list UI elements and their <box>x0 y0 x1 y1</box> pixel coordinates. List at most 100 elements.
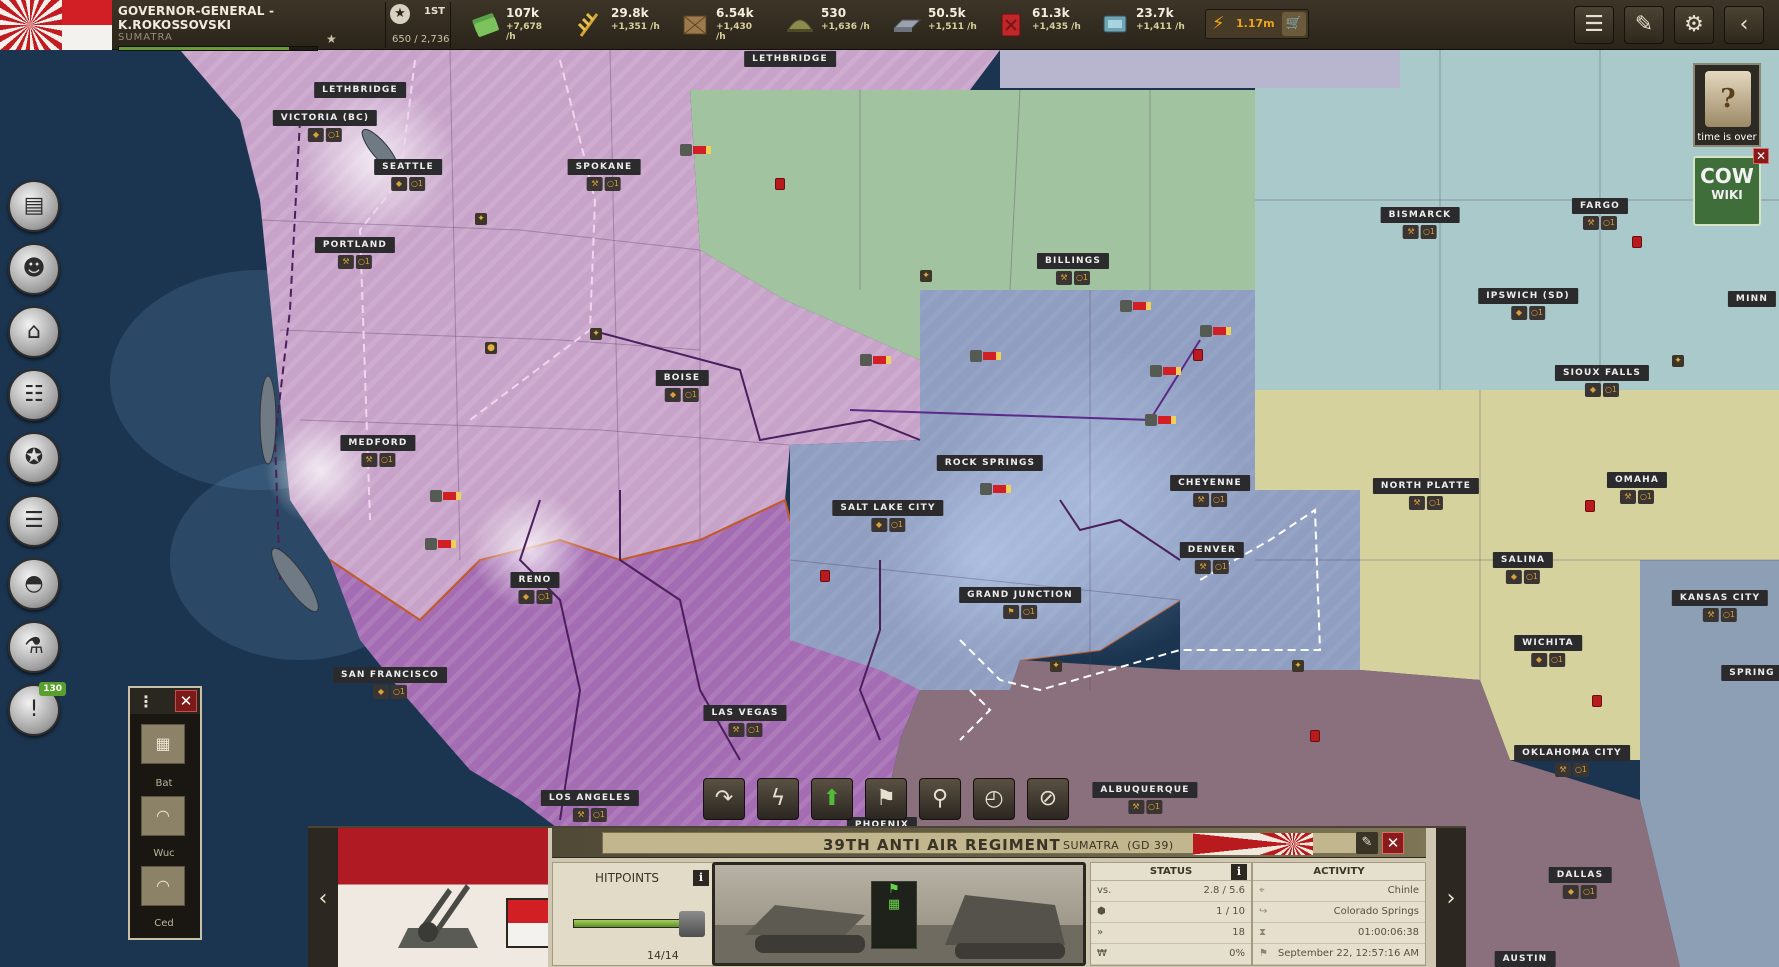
objective-marker[interactable] <box>1585 500 1595 512</box>
activity-location[interactable]: ⌖ Chinle <box>1253 881 1425 902</box>
unit-marker[interactable] <box>980 483 1011 495</box>
queue-item[interactable]: ◠ <box>141 796 185 836</box>
info-icon[interactable]: i <box>1231 864 1247 880</box>
city-north-platte[interactable]: NORTH PLATTE ⚒ ○1 <box>1372 473 1480 510</box>
provinces-button[interactable]: ☷ <box>8 369 60 421</box>
diplomacy-button[interactable]: ☻ <box>8 243 60 295</box>
delay-button[interactable]: ◴ <box>973 778 1015 820</box>
city-albuquerque[interactable]: ALBUQUERQUE ⚒ ○1 <box>1092 777 1198 814</box>
objective-marker[interactable] <box>1592 695 1602 707</box>
shop-cart-icon[interactable]: 🛒 <box>1282 12 1306 36</box>
rank-panel[interactable]: ★ 1ST 650 / 2,736 <box>385 2 451 48</box>
alerts-button[interactable]: ! 130 <box>8 682 66 736</box>
unit-stack-image[interactable]: ⚑ ▦ <box>712 862 1086 966</box>
city-los-angeles[interactable]: LOS ANGELES ⚒ ○1 <box>540 785 640 822</box>
time-over-badge[interactable]: ? time is over <box>1693 63 1761 147</box>
cow-wiki-button[interactable]: COW WIKI ✕ <box>1693 148 1769 226</box>
queue-item[interactable]: ◠ <box>141 866 185 906</box>
split-army-button[interactable]: ⚑ <box>865 778 907 820</box>
city-denver[interactable]: DENVER ⚒ ○1 <box>1179 537 1245 574</box>
cancel-button[interactable]: ⊘ <box>1027 778 1069 820</box>
settings-sliders-icon: ☰ <box>1584 12 1604 37</box>
city-wichita[interactable]: WICHITA ◆ ○1 <box>1514 630 1582 667</box>
close-unit-panel-button[interactable]: ✕ <box>1382 832 1404 854</box>
army-button[interactable]: ✪ <box>8 432 60 484</box>
city-spring[interactable]: SPRING <box>1721 660 1779 681</box>
city-kansas-city[interactable]: KANSAS CITY ⚒ ○1 <box>1671 585 1769 622</box>
objective-marker[interactable] <box>1632 236 1642 248</box>
city-austin[interactable]: AUSTIN <box>1494 946 1556 967</box>
unit-stack-card[interactable]: ⚑ ▦ <box>871 881 917 949</box>
objective-marker[interactable] <box>775 178 785 190</box>
city-dallas[interactable]: DALLAS ◆ ○1 <box>1548 862 1612 899</box>
city-san-francisco[interactable]: SAN FRANCISCO ◆ ○1 <box>333 662 447 699</box>
unit-marker[interactable] <box>1145 414 1176 426</box>
people-icon: ☻ <box>22 256 46 281</box>
wiki-close-button[interactable]: ✕ <box>1753 148 1769 164</box>
newspaper-button[interactable]: ▤ <box>8 180 60 232</box>
attack-button[interactable]: ϟ <box>757 778 799 820</box>
unit-marker[interactable] <box>430 490 461 502</box>
city-ipswich[interactable]: IPSWICH (SD) ◆ ○1 <box>1478 283 1578 320</box>
unit-marker[interactable] <box>680 144 711 156</box>
city-grand-junction[interactable]: GRAND JUNCTION ⚑ ○1 <box>959 582 1081 619</box>
unit-marker[interactable] <box>860 354 891 366</box>
city-rock-springs[interactable]: ROCK SPRINGS <box>936 450 1044 471</box>
unit-marker[interactable] <box>970 350 1001 362</box>
unit-marker[interactable] <box>425 538 456 550</box>
wiki-title: COW <box>1700 164 1754 188</box>
units-button[interactable]: ◓ <box>8 558 60 610</box>
city-seattle[interactable]: SEATTLE ◆ ○1 <box>374 154 442 191</box>
city-las-vegas[interactable]: LAS VEGAS ⚒ ○1 <box>703 700 787 737</box>
city-boise[interactable]: BOISE ◆ ○1 <box>655 365 709 402</box>
city-minn[interactable]: MINN <box>1727 286 1777 307</box>
next-unit-button[interactable]: › <box>1436 828 1466 967</box>
city-bismarck[interactable]: BISMARCK ⚒ ○1 <box>1380 202 1460 239</box>
objective-marker[interactable] <box>1193 349 1203 361</box>
gear-button[interactable]: ⚙ <box>1674 6 1714 44</box>
city-reno[interactable]: RENO ◆ ○1 <box>510 567 560 604</box>
settings-sliders-button[interactable]: ☰ <box>1574 6 1614 44</box>
nation-flag[interactable] <box>0 0 112 50</box>
back-button[interactable]: ‹ <box>1724 6 1764 44</box>
prev-unit-button[interactable]: ‹ <box>308 828 338 967</box>
unit-marker[interactable] <box>1120 300 1151 312</box>
objective-marker[interactable] <box>820 570 830 582</box>
city-portland[interactable]: PORTLAND ⚒ ○1 <box>314 232 396 269</box>
city-salt-lake-city[interactable]: SALT LAKE CITY ◆ ○1 <box>832 495 944 532</box>
city-billings[interactable]: BILLINGS ⚒ ○1 <box>1036 248 1110 285</box>
queue-menu-icon[interactable]: ⋮ <box>138 692 154 711</box>
status-header: STATUS <box>1149 866 1193 877</box>
queue-close-button[interactable]: ✕ <box>175 690 197 712</box>
queue-item[interactable]: ▦ <box>141 724 185 764</box>
gold-panel[interactable]: ⚡ 1.17m 🛒 <box>1205 9 1309 39</box>
city-victoria[interactable]: VICTORIA (BC) ◆ ○1 <box>272 105 378 142</box>
city-sioux-falls[interactable]: SIOUX FALLS ◆ ○1 <box>1554 360 1650 397</box>
city-fargo[interactable]: FARGO ⚒ ○1 <box>1571 193 1629 230</box>
unit-marker[interactable] <box>1200 325 1231 337</box>
activity-destination[interactable]: ↪ Colorado Springs <box>1253 902 1425 923</box>
city-spokane[interactable]: SPOKANE ⚒ ○1 <box>567 154 641 191</box>
city-oklahoma-city[interactable]: OKLAHOMA CITY ⚒ ○1 <box>1514 740 1630 777</box>
city-omaha[interactable]: OMAHA ⚒ ○1 <box>1606 467 1668 504</box>
economy-button[interactable]: ⌂ <box>8 306 60 358</box>
pin-unit-button[interactable]: ✎ <box>1356 832 1378 854</box>
patrol-button[interactable]: ↷ <box>703 778 745 820</box>
mystery-crate-icon: ? <box>1705 71 1751 127</box>
info-icon[interactable]: i <box>693 870 709 886</box>
city-lethbridge-top[interactable]: LETHBRIDGE <box>744 50 836 67</box>
city-salina[interactable]: SALINA ◆ ○1 <box>1492 547 1554 584</box>
city-cheyenne[interactable]: CHEYENNE ⚒ ○1 <box>1170 470 1250 507</box>
player-info[interactable]: GOVERNOR-GENERAL - K.ROKOSSOVSKI SUMATRA… <box>118 4 380 51</box>
city-medford[interactable]: MEDFORD ⚒ ○1 <box>340 430 416 467</box>
status-box: STATUS i vs. 2.8 / 5.6 ⬢ 1 / 10 » 18 ₩0% <box>1090 862 1252 966</box>
march-button[interactable]: ⚲ <box>919 778 961 820</box>
research-button[interactable]: ⚗ <box>8 621 60 673</box>
city-lethbridge[interactable]: LETHBRIDGE <box>314 77 406 98</box>
tasks-button[interactable]: ☰ <box>8 495 60 547</box>
objective-marker[interactable] <box>1310 730 1320 742</box>
hitpoints-box: HITPOINTS i 14/14 <box>552 862 718 966</box>
pin-button[interactable]: ✎ <box>1624 6 1664 44</box>
upgrade-button[interactable]: ⬆ <box>811 778 853 820</box>
unit-marker[interactable] <box>1150 365 1181 377</box>
